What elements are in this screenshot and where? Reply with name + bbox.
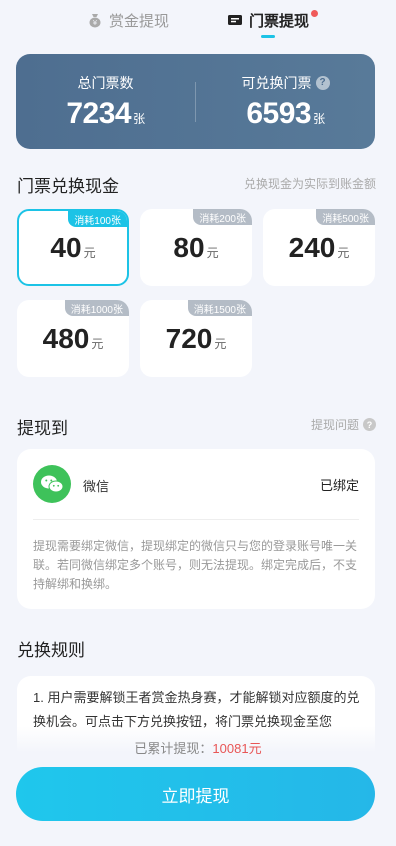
cost-badge: 消耗1000张: [64, 300, 129, 316]
tab-label: 门票提现: [249, 12, 310, 30]
exchange-option-720[interactable]: 消耗1500张 720 元: [140, 300, 252, 377]
exchangeable-tickets-value: 6593: [246, 96, 312, 130]
divider: [33, 519, 359, 520]
tab-bounty-withdraw[interactable]: ¥ 赏金提现: [87, 0, 169, 40]
total-withdrawn: 已累计提现：10081元: [0, 738, 396, 757]
cost-badge: 消耗1500张: [187, 300, 252, 316]
total-withdrawn-label: 已累计提现：: [134, 741, 213, 756]
total-tickets-unit: 张: [133, 111, 145, 126]
account-name: 微信: [83, 479, 110, 494]
withdraw-to-title: 提现到: [17, 419, 68, 438]
help-icon[interactable]: ?: [315, 75, 330, 90]
account-status: 已绑定: [319, 478, 359, 493]
cost-badge: 消耗200张: [193, 209, 252, 225]
tab-ticket-withdraw[interactable]: 门票提现: [227, 0, 319, 40]
tab-label: 赏金提现: [108, 12, 169, 30]
option-unit: 元: [337, 246, 350, 260]
withdraw-help-link[interactable]: 提现问题?: [311, 416, 376, 433]
total-tickets-label: 总门票数: [77, 74, 134, 91]
ticket-icon: [227, 12, 243, 28]
option-unit: 元: [214, 337, 227, 351]
cost-badge: 消耗100张: [68, 211, 127, 227]
withdraw-account-card: 微信 已绑定 提现需要绑定微信，提现绑定的微信只与您的登录账号唯一关联。若同微信…: [17, 449, 375, 609]
withdraw-help-label: 提现问题: [310, 418, 359, 432]
exchange-option-240[interactable]: 消耗500张 240 元: [263, 209, 375, 286]
total-tickets-value: 7234: [66, 96, 132, 130]
option-unit: 元: [91, 337, 104, 351]
binding-note: 提现需要绑定微信，提现绑定的微信只与您的登录账号唯一关联。若同微信绑定多个账号，…: [33, 539, 358, 591]
option-amount: 480: [42, 322, 90, 354]
exchangeable-tickets: 可兑换门票? 6593 张: [196, 73, 375, 131]
exchange-option-80[interactable]: 消耗200张 80 元: [140, 209, 252, 286]
total-withdrawn-value: 10081元: [212, 741, 262, 756]
ticket-stats-card: 总门票数 7234 张 可兑换门票? 6593 张: [16, 54, 375, 149]
exchange-option-40[interactable]: 消耗100张 40 元: [17, 209, 129, 286]
option-amount: 240: [288, 231, 336, 263]
option-amount: 40: [50, 231, 82, 263]
rules-title: 兑换规则: [17, 641, 85, 660]
exchange-option-480[interactable]: 消耗1000张 480 元: [17, 300, 129, 377]
option-amount: 80: [173, 231, 205, 263]
option-amount: 720: [165, 322, 213, 354]
exchangeable-tickets-label: 可兑换门票: [241, 74, 312, 91]
cost-badge: 消耗500张: [316, 209, 375, 225]
exchangeable-tickets-unit: 张: [313, 111, 325, 126]
option-unit: 元: [206, 246, 219, 260]
active-tab-indicator: [261, 35, 275, 38]
option-unit: 元: [83, 246, 96, 260]
tab-bar: ¥ 赏金提现 门票提现: [0, 0, 396, 44]
exchange-hint: 兑换现金为实际到账金额: [243, 177, 376, 191]
total-tickets: 总门票数 7234 张: [16, 73, 195, 131]
money-bag-icon: ¥: [87, 12, 103, 28]
withdraw-now-button[interactable]: 立即提现: [16, 767, 375, 821]
svg-text:¥: ¥: [93, 19, 98, 27]
exchange-section-title: 门票兑换现金: [17, 177, 119, 196]
wechat-icon: [33, 465, 71, 503]
help-icon: ?: [363, 418, 376, 431]
notification-dot: [311, 10, 319, 17]
